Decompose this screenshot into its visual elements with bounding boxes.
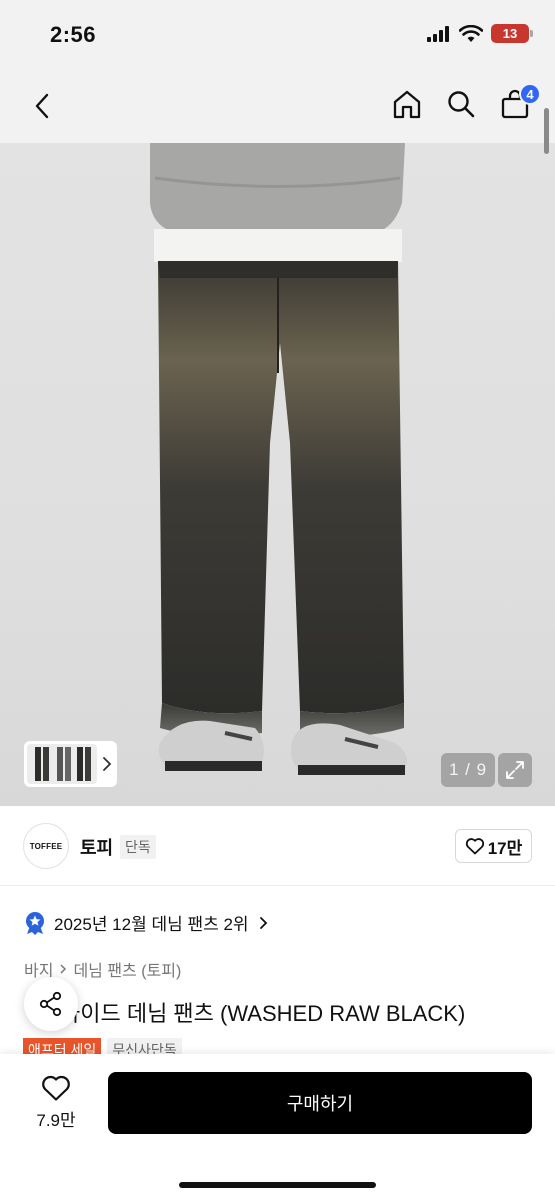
nav-bar: 4 [0,70,555,143]
wishlist-count: 7.9만 [36,1111,76,1130]
expand-button[interactable] [498,753,532,787]
status-time: 2:56 [50,22,97,47]
cart-button[interactable]: 4 [497,83,541,123]
wifi-icon [459,24,483,42]
brand-like-count: 17만 [487,838,523,858]
brand-like-button[interactable]: 17만 [455,829,532,863]
chevron-left-icon [35,93,49,119]
exclusive-badge: 단독 [120,835,156,859]
expand-icon [506,761,524,779]
home-icon [393,90,421,119]
product-title: 와이드 데님 팬츠 (WASHED RAW BLACK) [24,996,544,1028]
product-photo [150,143,408,775]
thumbnail-strip[interactable] [24,741,117,787]
search-button[interactable] [443,85,479,123]
breadcrumb-item[interactable]: 데님 팬츠 (토피) [73,957,181,981]
buy-button[interactable]: 구매하기 [108,1072,532,1134]
cart-count-badge: 4 [519,83,541,105]
home-button[interactable] [389,85,425,123]
status-icons: 13 [427,24,533,43]
chevron-right-icon [99,756,115,772]
ranking-text: 2025년 12월 데님 팬츠 2위 [54,915,249,934]
chevron-right-icon [60,964,67,974]
brand-row: TOFFEE 토피 단독 17만 [0,806,555,886]
status-bar: 2:56 13 [0,0,555,70]
brand-name[interactable]: 토피 [80,834,113,860]
thumbnail-image [27,744,97,784]
product-title-text: 와이드 데님 팬츠 (WASHED RAW BLACK) [60,1001,466,1026]
back-button[interactable] [26,88,58,124]
chevron-right-icon [259,916,267,929]
signal-icon [427,25,449,42]
battery-indicator: 13 [491,24,533,43]
home-indicator [179,1182,376,1188]
share-button[interactable] [24,977,78,1031]
bottom-action-bar: 7.9만 구매하기 [0,1054,555,1200]
share-icon [39,991,62,1017]
ranking-medal-icon [26,911,44,935]
wishlist-button[interactable]: 7.9만 [20,1074,92,1131]
nav-actions: 4 [389,83,541,123]
ranking-link[interactable]: 2025년 12월 데님 팬츠 2위 [24,910,268,935]
product-image[interactable] [0,143,555,806]
brand-logo[interactable]: TOFFEE [23,823,69,869]
heart-icon [465,838,484,855]
image-counter: 1 / 9 [441,753,495,787]
search-icon [448,91,475,118]
scrollbar[interactable] [544,108,549,154]
heart-icon [42,1075,70,1101]
